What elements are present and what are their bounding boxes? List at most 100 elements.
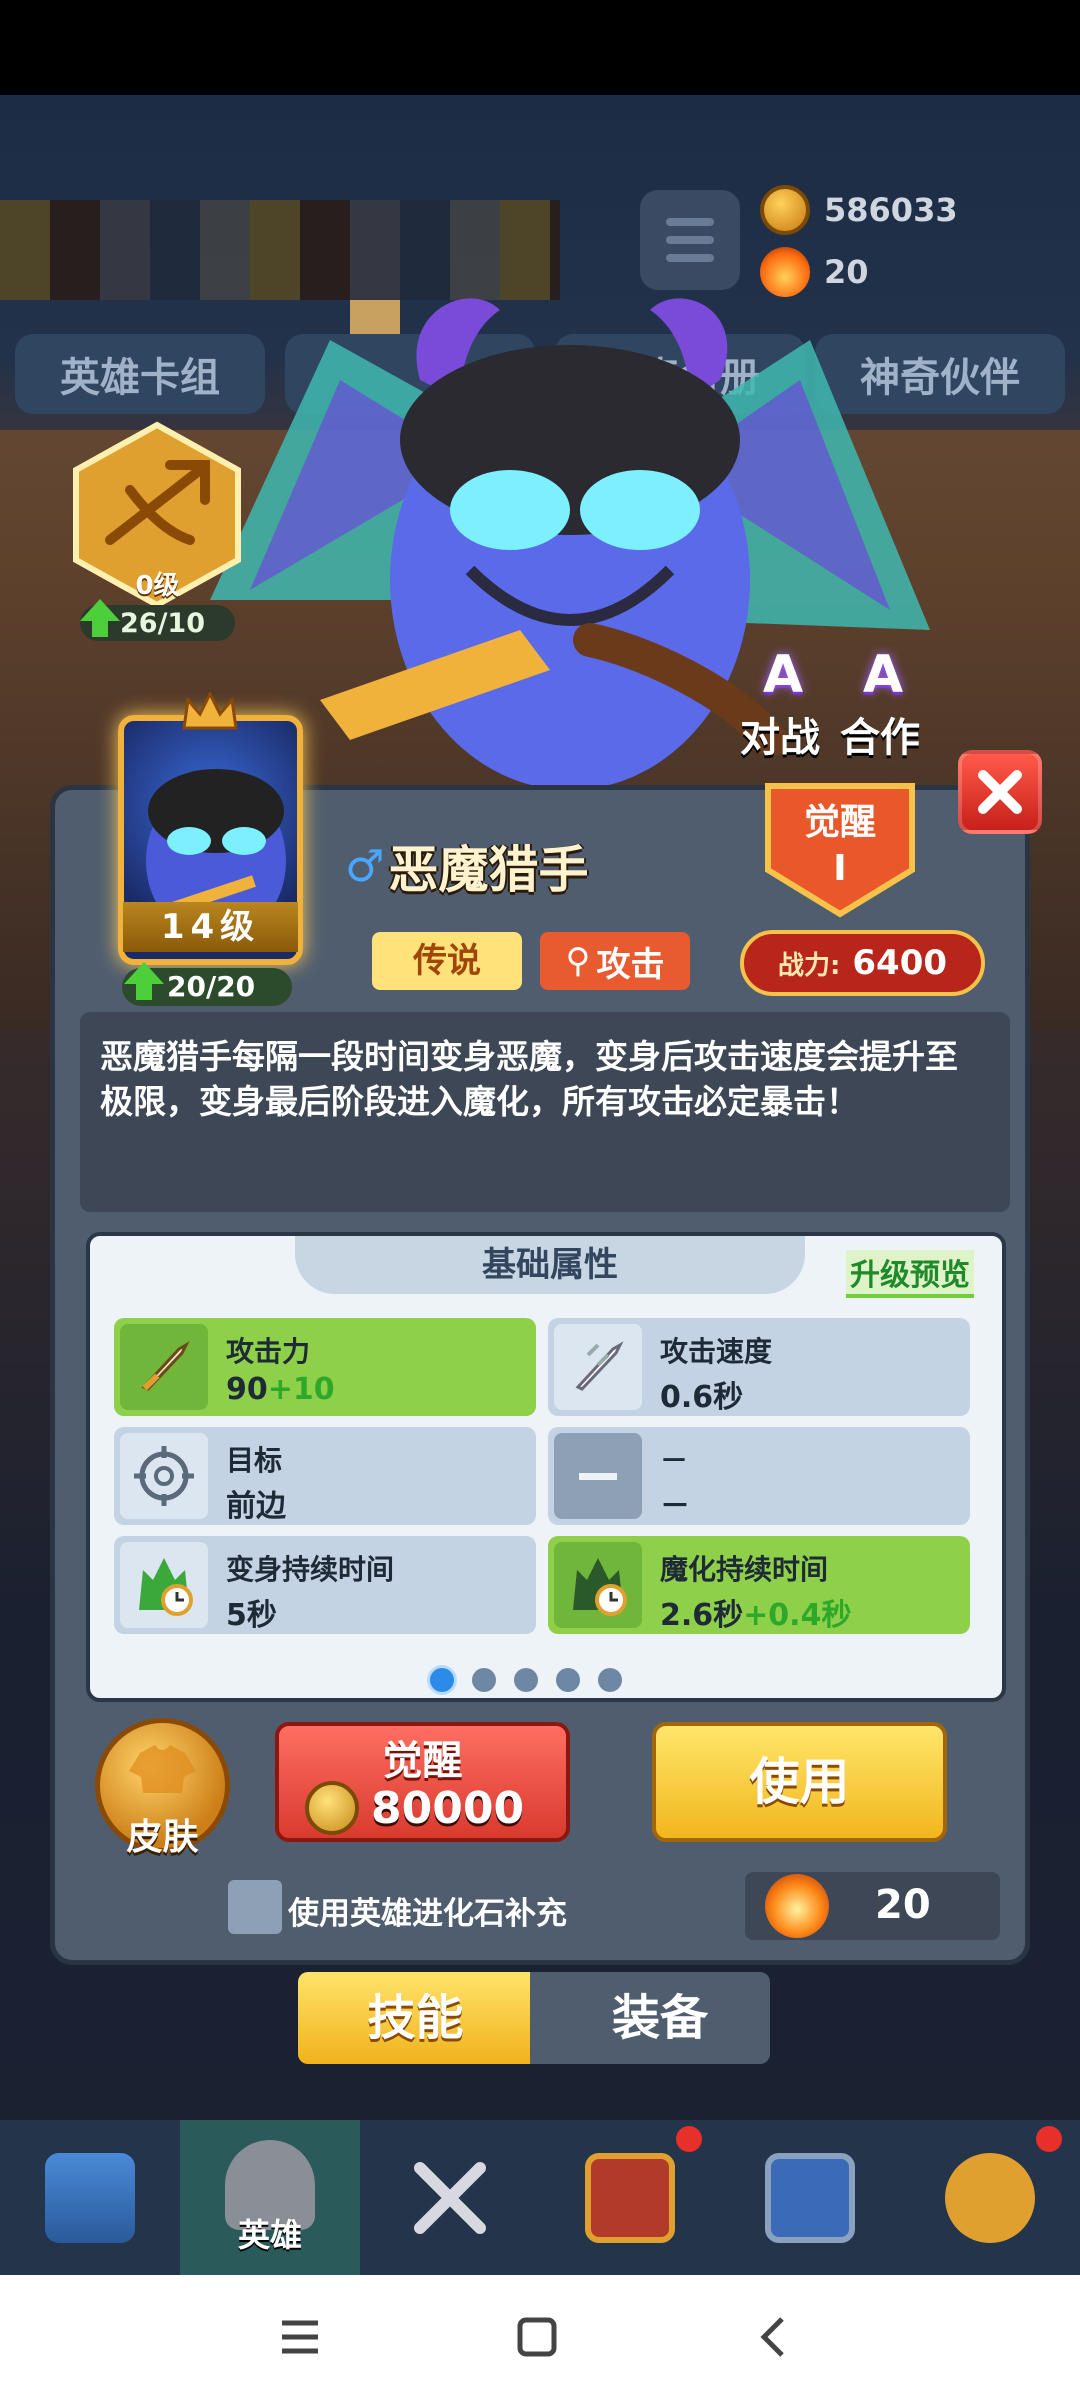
status-bar (0, 0, 1080, 95)
crown-shield-icon (585, 2152, 675, 2243)
demon-timer-icon (120, 1542, 208, 1628)
recents-button[interactable] (268, 2305, 332, 2369)
coop-grade: A (862, 645, 904, 705)
chest-icon (45, 2152, 135, 2243)
awaken-cost: 80000 (305, 1780, 545, 1836)
attr-value: 5秒 (226, 1598, 277, 1633)
attr-transform-duration: 变身持续时间 5秒 (114, 1536, 536, 1634)
close-button[interactable] (958, 750, 1042, 834)
tab-equipment[interactable]: 装备 (530, 1972, 770, 2064)
attr-label: 变身持续时间 (226, 1553, 395, 1586)
use-button[interactable]: 使用 (652, 1722, 947, 1842)
hero-name: ♂ 恶魔猎手 (345, 830, 588, 902)
attr-value: 前边 (226, 1489, 286, 1524)
power-label: 战力: (777, 950, 841, 981)
attr-label: 目标 (226, 1444, 283, 1477)
gold-counter: 586033 (760, 185, 958, 235)
awaken-tier-value: I (833, 848, 847, 889)
mode-grades: A A 对战 合作 (740, 645, 940, 761)
weapon-level: 0级 (135, 571, 180, 601)
page-indicator (430, 1668, 622, 1692)
attribute-title: 基础属性 (295, 1236, 805, 1294)
target-icon (120, 1433, 208, 1519)
page-dot[interactable] (514, 1668, 538, 1692)
compass-icon (945, 2152, 1035, 2243)
awaken-tier: 觉醒 I (762, 800, 918, 892)
hero-progress: 20/20 (122, 962, 292, 1006)
nav-guild[interactable] (540, 2120, 720, 2275)
nav-battle[interactable] (360, 2120, 540, 2275)
rarity-badge: 传说 (372, 932, 522, 990)
male-icon: ♂ (345, 840, 385, 892)
guild-icon (765, 2152, 855, 2243)
attr-value: － (660, 1489, 690, 1524)
menu-lines-icon (282, 2320, 318, 2354)
attr-label: 攻击速度 (660, 1335, 773, 1368)
hero-description: 恶魔猎手每隔一段时间变身恶魔，变身后攻击速度会提升至极限，变身最后阶段进入魔化，… (80, 1012, 1010, 1212)
tab-skill[interactable]: 技能 (298, 1972, 563, 2064)
evolution-stone-checkbox[interactable] (228, 1880, 282, 1934)
attr-attack: 攻击力 90+10 (114, 1318, 536, 1416)
hero-level: 14级 (123, 902, 298, 952)
type-badge: ⚲ 攻击 (540, 932, 690, 990)
attr-label: － (660, 1444, 689, 1477)
upgrade-arrow-icon (124, 962, 164, 1000)
power-value: 6400 (852, 943, 948, 983)
battle-label: 对战 (740, 715, 820, 761)
page-dot[interactable] (472, 1668, 496, 1692)
page-dot[interactable] (598, 1668, 622, 1692)
nav-heroes-label: 英雄 (237, 2215, 302, 2254)
awaken-cost-value: 80000 (371, 1782, 525, 1834)
nav-explore[interactable] (900, 2120, 1080, 2275)
attr-value: 0.6秒 (660, 1380, 744, 1415)
sword-icon (120, 1324, 208, 1410)
power-box: 战力: 6400 (740, 930, 985, 996)
attr-value: 90+10 (226, 1372, 335, 1407)
attack-type-icon: ⚲ (565, 941, 591, 981)
bottom-nav: 英雄 (0, 2120, 1080, 2275)
awaken-button-label: 觉醒 (382, 1738, 463, 1784)
gold-coin-icon (760, 185, 810, 235)
attr-empty: － － (548, 1427, 970, 1525)
system-navigation-bar (0, 2275, 1080, 2400)
nav-heroes[interactable]: 英雄 (180, 2120, 360, 2275)
upgrade-arrow-icon (80, 599, 120, 637)
gold-value: 586033 (824, 191, 958, 229)
attr-target: 目标 前边 (114, 1427, 536, 1525)
fire-stone-icon (765, 1874, 829, 1938)
demon-timer-icon (554, 1542, 642, 1628)
type-text: 攻击 (596, 944, 665, 985)
attr-demonize-duration: 魔化持续时间 2.6秒+0.4秒 (548, 1536, 970, 1634)
square-icon (517, 2317, 557, 2357)
attribute-panel: 基础属性 升级预览 攻击力 90+10 攻击速度 0.6秒 目标 前边 － － … (86, 1232, 1006, 1702)
speed-sword-icon (554, 1324, 642, 1410)
dash-icon (554, 1433, 642, 1519)
weapon-progress: 26/10 (80, 599, 235, 641)
attr-bonus: +10 (267, 1372, 335, 1407)
back-button[interactable] (742, 2305, 806, 2369)
page-dot[interactable] (430, 1668, 454, 1692)
attr-bonus: +0.4秒 (743, 1598, 852, 1633)
notification-badge (676, 2126, 702, 2152)
notification-badge (1036, 2126, 1062, 2152)
hero-name-text: 恶魔猎手 (388, 841, 589, 899)
nav-shop[interactable] (0, 2120, 180, 2275)
weapon-progress-text: 26/10 (120, 607, 206, 639)
skin-label: 皮肤 (126, 1817, 199, 1858)
coop-label: 合作 (840, 715, 920, 761)
attr-label: 魔化持续时间 (660, 1553, 829, 1586)
upgrade-preview-link[interactable]: 升级预览 (846, 1250, 974, 1298)
hero-progress-text: 20/20 (167, 970, 256, 1003)
checkbox-label: 使用英雄进化石补充 (288, 1896, 567, 1932)
evolution-stone-count: 20 (745, 1872, 1000, 1940)
awaken-label: 觉醒 (803, 802, 876, 843)
back-chevron-icon (760, 2317, 784, 2357)
page-dot[interactable] (556, 1668, 580, 1692)
home-button[interactable] (505, 2305, 569, 2369)
attr-value: 2.6秒+0.4秒 (660, 1598, 852, 1633)
nav-social[interactable] (720, 2120, 900, 2275)
crown-icon (182, 692, 238, 730)
attr-label: 攻击力 (226, 1335, 311, 1368)
close-icon (978, 770, 1022, 814)
stone-count-value: 20 (875, 1882, 931, 1928)
